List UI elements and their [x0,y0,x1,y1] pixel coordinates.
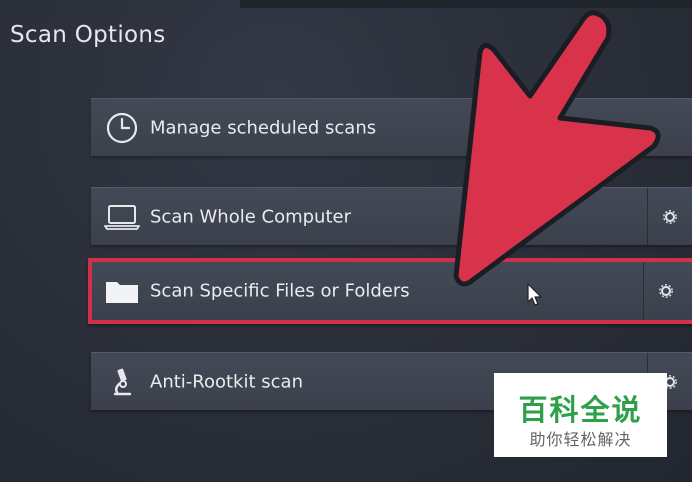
folder-icon [103,274,141,308]
manage-scheduled-scans-button[interactable]: Manage scheduled scans [91,98,692,156]
option-label: Manage scheduled scans [150,117,377,138]
laptop-icon [103,200,141,234]
mouse-cursor-icon [527,283,542,306]
page-title: Scan Options [10,22,166,48]
scan-whole-computer-settings-button[interactable] [647,188,692,245]
option-label: Scan Whole Computer [150,206,351,227]
option-label: Scan Specific Files or Folders [150,280,410,302]
gear-icon [659,284,673,298]
watermark-subtitle: 助你轻松解决 [529,430,632,449]
option-label: Anti-Rootkit scan [150,371,303,392]
clock-icon [103,111,141,145]
microscope-icon [103,365,141,399]
watermark: 百科全说 助你轻松解决 [494,373,667,457]
top-bar [240,0,692,8]
scan-specific-files-settings-button[interactable] [643,262,688,320]
gear-icon [663,209,677,224]
watermark-title: 百科全说 [518,393,643,427]
scan-whole-computer-button[interactable]: Scan Whole Computer [91,187,692,245]
scan-specific-files-button[interactable]: Scan Specific Files or Folders [88,258,692,324]
